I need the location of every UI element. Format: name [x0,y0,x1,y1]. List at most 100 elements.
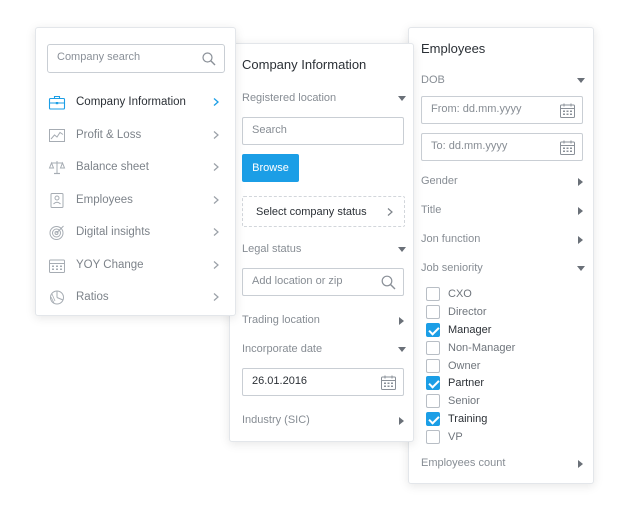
incorporate-date-input[interactable] [252,375,372,387]
company-search-field[interactable] [47,44,225,73]
nav-item-ratios[interactable]: Ratios [36,281,235,314]
scales-icon [48,161,66,175]
chevron-right-icon [213,293,219,301]
browse-button[interactable]: Browse [242,154,299,182]
chevron-right-icon [213,130,219,139]
registered-location-label: Registered location [242,92,337,104]
checkbox-label: Owner [448,360,481,372]
employees-count-section-header[interactable]: Employees count [421,457,585,473]
briefcase-icon [48,95,66,110]
gender-label: Gender [421,175,458,187]
caret-down-icon [398,247,406,252]
checkbox[interactable] [426,341,440,355]
dob-label: DOB [421,74,445,86]
calendar-icon[interactable] [380,374,397,391]
id-card-icon [50,192,64,208]
checkbox[interactable] [426,430,440,444]
calendar-icon[interactable] [559,139,576,156]
dob-to-input[interactable] [431,140,551,152]
chevron-right-icon [387,208,393,216]
gender-section-header[interactable]: Gender [421,175,585,191]
caret-down-icon [577,78,585,83]
company-search-input[interactable] [57,51,197,63]
checkbox[interactable] [426,394,440,408]
chevron-right-icon [213,228,219,236]
company-status-select[interactable]: Select company status [242,196,405,227]
nav-item-profit-loss[interactable]: Profit & Loss [36,119,235,152]
registered-location-section-header[interactable]: Registered location [242,92,406,108]
nav-item-balance-sheet[interactable]: Balance sheet [36,151,235,184]
checkbox-option-cxo[interactable]: CXO [426,286,472,302]
calendar-icon [49,259,65,273]
legal-status-section-header[interactable]: Legal status [242,243,406,259]
nav-item-label: Digital insights [76,226,151,239]
checkbox[interactable] [426,376,440,390]
company-information-panel: Company Information Registered location … [229,43,414,442]
caret-right-icon [578,207,583,215]
checkbox-option-non-manager[interactable]: Non-Manager [426,340,515,356]
title-section-header[interactable]: Title [421,204,585,220]
industry-sic-section-header[interactable]: Industry (SIC) [242,414,406,430]
checkbox[interactable] [426,287,440,301]
nav-item-yoy-change[interactable]: YOY Change [36,249,235,282]
nav-item-label: Balance sheet [76,161,149,174]
checkbox-option-partner[interactable]: Partner [426,375,484,391]
dob-from-field[interactable] [421,96,583,124]
location-zip-input[interactable] [252,275,372,287]
caret-down-icon [398,347,406,352]
chevron-right-icon [213,195,219,204]
checkbox-label: Training [448,413,488,425]
location-search-field[interactable] [242,117,404,145]
dob-to-field[interactable] [421,133,583,161]
company-panel-title: Company Information [242,57,367,72]
incorporate-date-section-header[interactable]: Incorporate date [242,343,406,359]
checkbox[interactable] [426,323,440,337]
search-icon[interactable] [201,51,217,67]
employees-panel-title: Employees [421,41,486,56]
checkbox-label: Senior [448,395,480,407]
nav-item-digital-insights[interactable]: Digital insights [36,216,235,249]
checkbox-option-manager[interactable]: Manager [426,322,491,338]
nav-list: Company Information Profit & Loss Balanc… [36,86,235,314]
search-icon[interactable] [380,274,397,291]
checkbox-option-senior[interactable]: Senior [426,393,480,409]
nav-item-employees[interactable]: Employees [36,184,235,217]
trading-location-label: Trading location [242,314,320,326]
nav-item-label: Employees [76,193,133,206]
checkbox-option-director[interactable]: Director [426,304,487,320]
dob-section-header[interactable]: DOB [421,74,585,90]
checkbox[interactable] [426,359,440,373]
nav-item-label: Ratios [76,291,109,304]
caret-right-icon [578,460,583,468]
checkbox[interactable] [426,305,440,319]
checkbox-label: Director [448,306,487,318]
trading-location-section-header[interactable]: Trading location [242,314,406,330]
location-search-input[interactable] [252,124,372,136]
employees-filter-panel: Employees DOB Gender Title Jon function [408,27,594,484]
checkbox-label: CXO [448,288,472,300]
job-seniority-section-header[interactable]: Job seniority [421,262,585,278]
job-function-section-header[interactable]: Jon function [421,233,585,249]
location-zip-field[interactable] [242,268,404,296]
navigation-panel: Company Information Profit & Loss [35,27,236,316]
checkbox-option-vp[interactable]: VP [426,429,463,445]
chevron-right-icon [213,98,219,106]
chevron-right-icon [213,260,219,269]
caret-right-icon [578,236,583,244]
nav-item-company-information[interactable]: Company Information [36,86,235,119]
employees-count-label: Employees count [421,457,506,469]
incorporate-date-label: Incorporate date [242,343,323,355]
checkbox[interactable] [426,412,440,426]
job-seniority-label: Job seniority [421,262,483,274]
checkbox-option-owner[interactable]: Owner [426,358,480,374]
calendar-icon[interactable] [559,102,576,119]
caret-down-icon [577,266,585,271]
caret-right-icon [578,178,583,186]
dob-from-input[interactable] [431,103,551,115]
checkbox-option-training[interactable]: Training [426,411,487,427]
chevron-right-icon [213,163,219,171]
checkbox-label: Non-Manager [448,342,516,354]
incorporate-date-field[interactable] [242,368,404,396]
caret-down-icon [398,96,406,101]
nav-item-label: Company Information [76,96,186,109]
